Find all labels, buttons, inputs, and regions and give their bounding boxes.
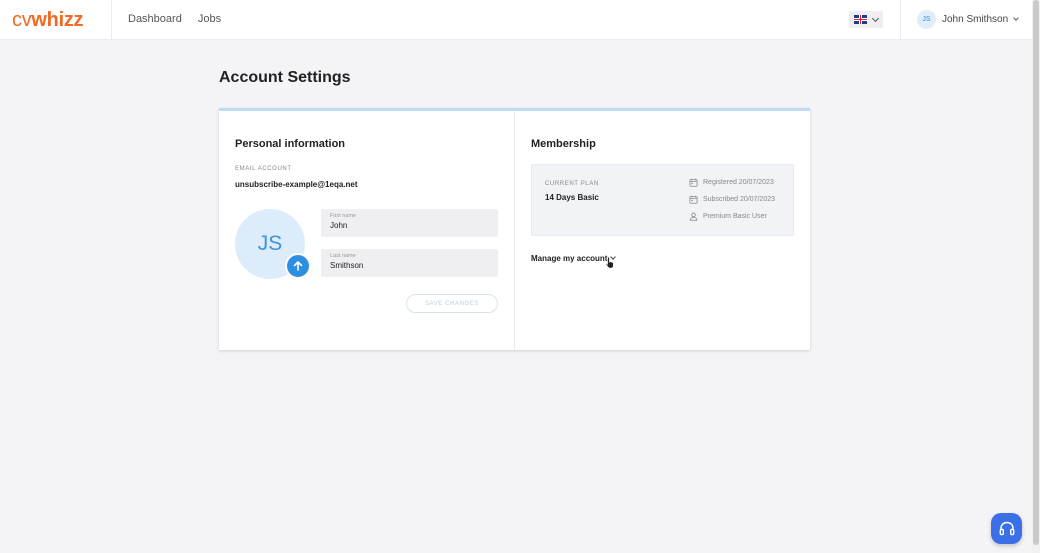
subscribed-text: Subscribed 20/07/2023 bbox=[703, 196, 775, 203]
manage-account-toggle[interactable]: Manage my account bbox=[531, 254, 617, 263]
save-changes-button[interactable]: SAVE CHANGES bbox=[406, 294, 498, 313]
membership-title: Membership bbox=[531, 138, 596, 150]
plan-name: 14 Days Basic bbox=[545, 193, 599, 202]
page-scrollbar[interactable] bbox=[1032, 0, 1040, 553]
user-name: John Smithson bbox=[942, 14, 1009, 25]
first-name-value: John bbox=[330, 221, 348, 230]
main-nav: Dashboard Jobs bbox=[128, 13, 221, 25]
cvwhizz-logo[interactable]: cvwhizz bbox=[12, 9, 84, 31]
last-name-field[interactable]: Last name Smithson bbox=[321, 249, 498, 277]
subscribed-date: Subscribed 20/07/2023 bbox=[689, 195, 775, 204]
page-title: Account Settings bbox=[219, 69, 351, 86]
last-name-value: Smithson bbox=[330, 261, 364, 270]
email-value: unsubscribe-example@1eqa.net bbox=[235, 180, 358, 189]
manage-account-label: Manage my account bbox=[531, 254, 608, 263]
registered-date: Registered 20/07/2023 bbox=[689, 178, 774, 187]
user-icon bbox=[689, 212, 698, 221]
top-header: cvwhizz Dashboard Jobs JS John Smithson bbox=[0, 0, 1032, 40]
calendar-icon bbox=[689, 178, 698, 187]
headset-icon bbox=[999, 521, 1014, 535]
language-selector[interactable] bbox=[849, 11, 883, 28]
chevron-down-icon bbox=[1013, 15, 1019, 21]
scrollbar-thumb[interactable] bbox=[1033, 0, 1039, 545]
avatar-initials: JS bbox=[257, 232, 283, 255]
upload-avatar-button[interactable] bbox=[285, 253, 311, 279]
first-name-field[interactable]: First name John bbox=[321, 209, 498, 237]
user-avatar: JS bbox=[917, 10, 936, 29]
column-divider bbox=[514, 111, 515, 350]
nav-jobs[interactable]: Jobs bbox=[198, 13, 221, 25]
logo-whizz: whizz bbox=[31, 9, 84, 31]
arrow-up-icon bbox=[293, 261, 303, 271]
header-divider bbox=[111, 0, 112, 40]
hand-cursor-icon bbox=[605, 256, 614, 269]
nav-dashboard[interactable]: Dashboard bbox=[128, 13, 182, 25]
user-menu[interactable]: JS John Smithson bbox=[917, 10, 1019, 29]
first-name-label: First name bbox=[330, 213, 356, 219]
logo-cv: cv bbox=[12, 9, 32, 31]
uk-flag-icon bbox=[854, 15, 867, 24]
email-account-label: EMAIL ACCOUNT bbox=[235, 166, 292, 172]
calendar-icon bbox=[689, 195, 698, 204]
current-plan-label: CURRENT PLAN bbox=[545, 181, 599, 187]
user-type: Premium Basic User bbox=[689, 212, 767, 221]
last-name-label: Last name bbox=[330, 253, 356, 259]
registered-text: Registered 20/07/2023 bbox=[703, 179, 774, 186]
user-type-text: Premium Basic User bbox=[703, 213, 767, 220]
chevron-down-icon bbox=[871, 14, 880, 22]
help-support-button[interactable] bbox=[991, 513, 1022, 544]
current-plan-box: CURRENT PLAN 14 Days Basic Registered 20… bbox=[531, 164, 794, 236]
header-divider bbox=[900, 0, 901, 40]
personal-info-title: Personal information bbox=[235, 138, 346, 150]
account-settings-card: Personal information EMAIL ACCOUNT unsub… bbox=[219, 108, 810, 350]
